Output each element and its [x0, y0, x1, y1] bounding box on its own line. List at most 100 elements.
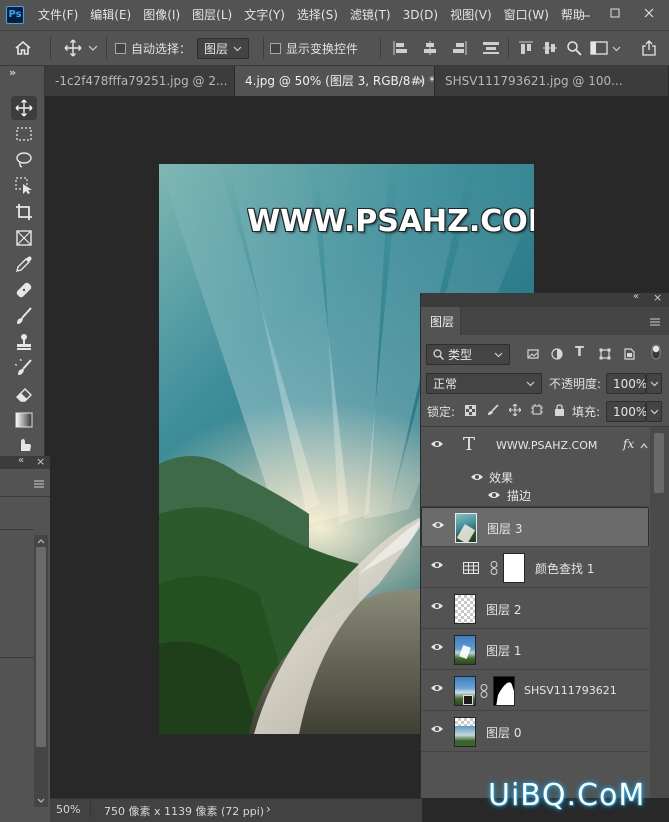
- tab-close-button[interactable]: ×: [416, 66, 426, 96]
- panel-menu-icon[interactable]: [33, 479, 45, 489]
- auto-select-dropdown[interactable]: 图层: [197, 37, 250, 59]
- menu-view[interactable]: 视图(V): [444, 0, 498, 30]
- opacity-slider-button[interactable]: [646, 373, 662, 394]
- filter-smart-object-icon[interactable]: [623, 348, 635, 360]
- eye-icon[interactable]: [430, 439, 444, 449]
- menu-filter[interactable]: 滤镜(T): [344, 0, 397, 30]
- crop-tool[interactable]: [11, 200, 37, 224]
- distribute-icon[interactable]: [482, 40, 500, 56]
- eraser-tool[interactable]: [11, 382, 37, 406]
- auto-select-checkbox[interactable]: [115, 42, 126, 54]
- align-middle-icon[interactable]: [542, 40, 558, 56]
- move-tool-preset[interactable]: [64, 31, 98, 65]
- filter-type-icon[interactable]: T: [575, 345, 584, 360]
- link-chain-icon[interactable]: [490, 561, 498, 575]
- layer-row-shsv[interactable]: SHSV111793621: [421, 671, 649, 711]
- move-icon: [64, 39, 82, 57]
- scrollbar-thumb[interactable]: [654, 433, 664, 493]
- scrollbar[interactable]: [34, 535, 48, 807]
- blend-mode-dropdown[interactable]: 正常: [426, 373, 542, 394]
- fill-slider-button[interactable]: [646, 401, 662, 422]
- chevron-up-icon[interactable]: [640, 442, 648, 450]
- eye-icon[interactable]: [430, 683, 444, 693]
- lock-all-icon[interactable]: [554, 404, 565, 416]
- scrollbar-thumb[interactable]: [36, 547, 46, 747]
- eye-icon[interactable]: [430, 601, 444, 611]
- link-chain-icon[interactable]: [480, 684, 488, 698]
- status-menu-arrow[interactable]: ›: [266, 802, 271, 816]
- panel-menu-icon[interactable]: [649, 317, 661, 327]
- eye-icon[interactable]: [487, 490, 501, 500]
- healing-tool[interactable]: [11, 278, 37, 302]
- restore-button[interactable]: [600, 0, 630, 26]
- marquee-tool[interactable]: [11, 122, 37, 146]
- bandage-icon: [16, 282, 32, 298]
- layer-effects-fx-icon[interactable]: fx: [623, 437, 634, 451]
- eye-icon[interactable]: [431, 520, 445, 530]
- layer-row-layer-0[interactable]: 图层 0: [421, 712, 649, 752]
- opacity-input[interactable]: 100%: [606, 373, 647, 394]
- lock-position-icon[interactable]: [509, 404, 521, 416]
- layer-row-color-lookup[interactable]: 颜色查找 1: [421, 548, 649, 588]
- align-left-icon[interactable]: [392, 40, 408, 56]
- panel-close-button[interactable]: ×: [36, 455, 45, 468]
- eye-icon[interactable]: [470, 472, 484, 482]
- tab-document-1[interactable]: -1c2f478fffa79251.jpg @ 2...: [45, 66, 235, 96]
- tab-layers[interactable]: 图层: [421, 307, 461, 335]
- search-icon[interactable]: [566, 40, 582, 56]
- fill-input[interactable]: 100%: [606, 401, 647, 422]
- align-right-icon[interactable]: [452, 40, 468, 56]
- eye-icon[interactable]: [430, 560, 444, 570]
- close-window-button[interactable]: [634, 0, 664, 26]
- tab-document-2[interactable]: 4.jpg @ 50% (图层 3, RGB/8#) * ×: [235, 66, 435, 96]
- brush-tool[interactable]: [11, 304, 37, 328]
- frame-icon: [16, 230, 32, 246]
- filter-pixel-icon[interactable]: [527, 348, 539, 360]
- menu-3d[interactable]: 3D(D): [397, 0, 444, 30]
- filter-adjustment-icon[interactable]: [551, 348, 563, 360]
- frame-tool[interactable]: [11, 226, 37, 250]
- smudge-tool[interactable]: [11, 432, 37, 456]
- menu-edit[interactable]: 编辑(E): [84, 0, 137, 30]
- eye-icon[interactable]: [430, 642, 444, 652]
- align-top-icon[interactable]: [518, 40, 534, 56]
- menu-type[interactable]: 文字(Y): [238, 0, 291, 30]
- history-brush-tool[interactable]: [11, 356, 37, 380]
- home-button[interactable]: [14, 31, 32, 65]
- layer-row-layer-2[interactable]: 图层 2: [421, 589, 649, 629]
- show-transform-checkbox[interactable]: [270, 42, 281, 54]
- zoom-level[interactable]: 50%: [56, 803, 80, 816]
- toolbar-collapse-button[interactable]: »: [9, 66, 16, 79]
- layer-row-layer-3[interactable]: 图层 3: [421, 507, 649, 547]
- layer-filter-dropdown[interactable]: 类型: [426, 344, 510, 365]
- workspace-icon[interactable]: [590, 40, 608, 56]
- layers-scrollbar[interactable]: [650, 427, 669, 798]
- menu-image[interactable]: 图像(I): [137, 0, 186, 30]
- filter-shape-icon[interactable]: [599, 348, 611, 360]
- layer-row-text[interactable]: T WWW.PSAHZ.COM fx 效果 描边: [421, 427, 649, 507]
- lock-image-pixels-icon[interactable]: [487, 404, 499, 416]
- menu-layer[interactable]: 图层(L): [186, 0, 238, 30]
- eye-icon[interactable]: [430, 724, 444, 734]
- lock-artboard-icon[interactable]: [531, 404, 543, 416]
- menu-file[interactable]: 文件(F): [32, 0, 84, 30]
- lasso-tool[interactable]: [11, 148, 37, 172]
- menu-window[interactable]: 窗口(W): [498, 0, 555, 30]
- minimize-button[interactable]: [570, 0, 600, 26]
- layer-row-layer-1[interactable]: 图层 1: [421, 630, 649, 670]
- gradient-tool[interactable]: [11, 408, 37, 432]
- object-select-tool[interactable]: [11, 174, 37, 198]
- eyedropper-tool[interactable]: [11, 252, 37, 276]
- layers-panel-collapse-button[interactable]: «: [633, 291, 639, 302]
- tab-document-3[interactable]: SHSV111793621.jpg @ 100...: [435, 66, 669, 96]
- move-tool[interactable]: [11, 96, 37, 120]
- stamp-tool[interactable]: [11, 330, 37, 354]
- share-icon[interactable]: [641, 40, 657, 56]
- lock-transparent-pixels-icon[interactable]: [465, 405, 476, 416]
- layers-panel-close-button[interactable]: ×: [653, 291, 662, 304]
- chevron-down-icon: [650, 381, 658, 387]
- filter-toggle-switch[interactable]: [651, 344, 661, 360]
- panel-collapse-button[interactable]: «: [18, 455, 24, 466]
- menu-select[interactable]: 选择(S): [291, 0, 344, 30]
- align-center-icon[interactable]: [422, 40, 438, 56]
